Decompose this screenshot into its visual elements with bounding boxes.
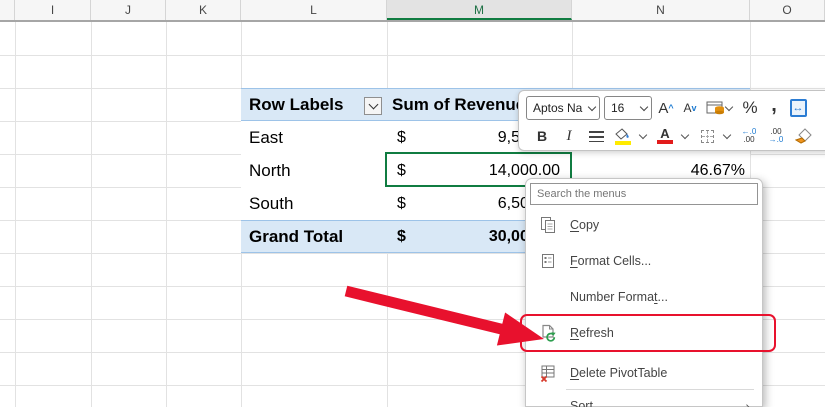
menu-item-copy[interactable]: Copy — [526, 207, 762, 243]
chevron-down-icon — [725, 103, 733, 111]
column-header-J[interactable]: J — [91, 0, 166, 20]
pivot-row-label-south[interactable]: South — [249, 187, 293, 220]
autofit-column-width-button[interactable]: ↔ — [788, 96, 808, 120]
font-color-icon: A — [657, 129, 673, 144]
increase-decimal-button[interactable]: ←.0.00 — [739, 124, 759, 148]
column-header-I[interactable]: I — [15, 0, 91, 20]
chevron-down-icon[interactable] — [639, 131, 647, 139]
column-header-O[interactable]: O — [750, 0, 825, 20]
row-labels-filter-button[interactable] — [364, 97, 382, 115]
align-icon — [589, 131, 604, 142]
menu-item-delete-pivottable[interactable]: Delete PivotTable — [526, 355, 762, 391]
fill-color-icon — [614, 128, 632, 145]
autofit-icon: ↔ — [790, 99, 807, 117]
shrink-font-button[interactable]: Av — [680, 96, 700, 120]
grow-font-button[interactable]: A^ — [656, 96, 676, 120]
decrease-decimal-icon: .00→.0 — [769, 128, 784, 144]
column-header-row: I J K L M N O — [0, 0, 825, 22]
caret-up-icon: ^ — [668, 104, 673, 112]
menu-separator — [566, 389, 754, 390]
chevron-down-icon — [588, 102, 596, 110]
pivot-row-labels-header[interactable]: Row Labels — [249, 88, 343, 121]
mini-toolbar: Aptos Na 16 A^ Av % , ↔ B — [518, 90, 825, 151]
menu-item-number-format[interactable]: Number Format... — [526, 279, 762, 315]
column-header-partial[interactable] — [0, 0, 15, 20]
borders-button[interactable] — [697, 124, 717, 148]
caret-down-icon: v — [692, 104, 697, 112]
red-arrow-annotation — [330, 275, 560, 355]
format-cells-icon — [538, 252, 558, 270]
pivot-values-header[interactable]: Sum of Revenue — [392, 88, 525, 121]
pivot-row-label-east[interactable]: East — [249, 121, 283, 154]
delete-pivottable-icon — [538, 364, 558, 383]
menu-item-sort[interactable]: Sort › — [526, 391, 762, 407]
chevron-down-icon — [640, 102, 648, 110]
chevron-down-icon — [368, 100, 378, 110]
pivot-row-label-grand-total[interactable]: Grand Total — [249, 220, 343, 253]
font-name-combo[interactable]: Aptos Na — [526, 96, 600, 120]
font-color-button[interactable]: A — [655, 124, 675, 148]
column-header-N[interactable]: N — [572, 0, 750, 20]
fill-color-button[interactable] — [613, 124, 633, 148]
format-painter-button[interactable] — [793, 124, 813, 148]
font-size-combo[interactable]: 16 — [604, 96, 652, 120]
font-size-value: 16 — [611, 101, 637, 115]
column-header-M[interactable]: M — [387, 0, 572, 20]
align-center-button[interactable] — [586, 124, 606, 148]
chevron-down-icon[interactable] — [723, 131, 731, 139]
column-header-L[interactable]: L — [241, 0, 387, 20]
pivot-row-label-north[interactable]: North — [249, 154, 291, 187]
increase-decimal-icon: ←.0.00 — [742, 128, 757, 144]
italic-button[interactable]: I — [559, 124, 579, 148]
column-header-K[interactable]: K — [166, 0, 241, 20]
table-data-icon — [706, 100, 726, 116]
menu-item-format-cells[interactable]: Format Cells... — [526, 243, 762, 279]
bold-button[interactable]: B — [532, 124, 552, 148]
chevron-down-icon[interactable] — [681, 131, 689, 139]
format-as-table-button[interactable] — [704, 96, 736, 120]
borders-icon — [701, 130, 714, 143]
font-name-value: Aptos Na — [533, 101, 585, 115]
excel-window: { "spreadsheet": { "column_headers": [""… — [0, 0, 825, 407]
search-input[interactable] — [530, 183, 758, 205]
context-menu: Copy Format Cells... Number Format... Re… — [525, 178, 763, 407]
submenu-arrow-icon: › — [745, 398, 750, 407]
decrease-decimal-button[interactable]: .00→.0 — [766, 124, 786, 148]
percent-style-button[interactable]: % — [740, 96, 760, 120]
copy-icon — [538, 216, 558, 234]
format-painter-icon — [795, 128, 812, 144]
comma-style-button[interactable]: , — [764, 93, 784, 117]
